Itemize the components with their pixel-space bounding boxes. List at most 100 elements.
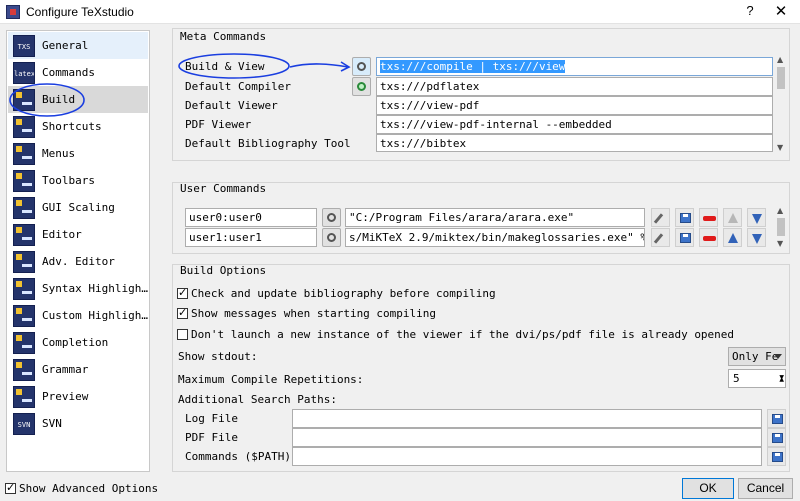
sidebar-item-menus[interactable]: Menus bbox=[8, 140, 148, 167]
show-advanced-options-checkbox[interactable] bbox=[5, 481, 16, 494]
build-view-command-button[interactable] bbox=[352, 57, 371, 76]
remove-command-button[interactable] bbox=[699, 228, 718, 247]
max-compile-repetitions-label: Maximum Compile Repetitions: bbox=[178, 373, 364, 386]
scroll-thumb[interactable] bbox=[777, 218, 785, 236]
sidebar-item-syntax-highligh[interactable]: Syntax Highligh… bbox=[8, 275, 148, 302]
build-view-input[interactable]: txs:///compile | txs:///view bbox=[376, 57, 773, 76]
move-up-button[interactable] bbox=[723, 228, 742, 247]
cancel-button[interactable]: Cancel bbox=[738, 478, 793, 499]
scroll-down-icon[interactable]: ▼ bbox=[777, 143, 783, 152]
commands-path-input[interactable] bbox=[292, 447, 762, 466]
editor-icon bbox=[13, 223, 35, 246]
sidebar-item-adv-editor[interactable]: Adv. Editor bbox=[8, 248, 148, 275]
user-command-name-input[interactable]: user0:user0 bbox=[185, 208, 317, 227]
sidebar-item-commands[interactable]: latex Commands bbox=[8, 59, 148, 86]
arrow-up-icon bbox=[728, 233, 738, 243]
user-command-config-button[interactable] bbox=[322, 208, 341, 227]
sidebar-item-svn[interactable]: SVN SVN bbox=[8, 410, 148, 437]
scroll-thumb[interactable] bbox=[777, 67, 785, 89]
meta-commands-scrollbar[interactable]: ▲ ▼ bbox=[775, 55, 787, 155]
max-compile-repetitions-value: 5 bbox=[733, 372, 740, 385]
remove-icon bbox=[703, 236, 716, 241]
custom-highlighting-icon bbox=[13, 304, 35, 327]
edit-command-button[interactable] bbox=[651, 228, 670, 247]
pdf-file-label: PDF File bbox=[185, 431, 238, 444]
default-compiler-label: Default Compiler bbox=[185, 80, 291, 93]
preview-icon bbox=[13, 385, 35, 408]
sidebar-item-editor[interactable]: Editor bbox=[8, 221, 148, 248]
pdf-file-path-input[interactable] bbox=[292, 428, 762, 447]
edit-command-button[interactable] bbox=[651, 208, 670, 227]
single-viewer-instance-checkbox[interactable] bbox=[177, 329, 188, 340]
user-command-name-input[interactable]: user1:user1 bbox=[185, 228, 317, 247]
default-compiler-input[interactable]: txs:///pdflatex bbox=[376, 77, 773, 96]
sidebar-item-grammar[interactable]: Grammar bbox=[8, 356, 148, 383]
close-button[interactable]: ✕ bbox=[772, 2, 790, 20]
show-stdout-label: Show stdout: bbox=[178, 350, 258, 363]
scroll-up-icon[interactable]: ▲ bbox=[777, 206, 783, 215]
check-bibliography-checkbox[interactable] bbox=[177, 286, 188, 299]
show-messages-checkbox[interactable] bbox=[177, 306, 188, 319]
default-bibliography-tool-label: Default Bibliography Tool bbox=[185, 137, 351, 150]
additional-search-paths-label: Additional Search Paths: bbox=[178, 393, 337, 406]
show-stdout-select[interactable]: Only Fe bbox=[728, 347, 786, 366]
sidebar-item-general[interactable]: TXS General bbox=[8, 32, 148, 59]
sidebar-item-label: Adv. Editor bbox=[42, 255, 115, 268]
sidebar-item-preview[interactable]: Preview bbox=[8, 383, 148, 410]
sidebar-item-completion[interactable]: Completion bbox=[8, 329, 148, 356]
sidebar-item-label: Syntax Highligh… bbox=[42, 282, 148, 295]
ok-button[interactable]: OK bbox=[682, 478, 734, 499]
save-command-button[interactable] bbox=[675, 208, 694, 227]
toolbars-icon bbox=[13, 169, 35, 192]
browse-pdf-file-button[interactable] bbox=[767, 428, 786, 447]
max-compile-repetitions-spinbox[interactable]: 5 ▲ ▼ bbox=[728, 369, 786, 388]
help-button[interactable]: ? bbox=[742, 3, 758, 21]
sidebar-item-gui-scaling[interactable]: GUI Scaling bbox=[8, 194, 148, 221]
scroll-down-icon[interactable]: ▼ bbox=[777, 239, 783, 248]
user-command-path-input[interactable]: s/MiKTeX 2.9/miktex/bin/makeglossaries.e… bbox=[345, 228, 645, 247]
default-viewer-input[interactable]: txs:///view-pdf bbox=[376, 96, 773, 115]
save-icon bbox=[772, 452, 783, 462]
sidebar-item-label: SVN bbox=[42, 417, 62, 430]
sidebar-item-label: GUI Scaling bbox=[42, 201, 115, 214]
check-bibliography-label: Check and update bibliography before com… bbox=[191, 287, 496, 300]
wrench-icon bbox=[653, 213, 664, 224]
scroll-up-icon[interactable]: ▲ bbox=[777, 55, 783, 64]
move-down-button[interactable] bbox=[747, 228, 766, 247]
sidebar-item-label: Preview bbox=[42, 390, 89, 403]
save-command-button[interactable] bbox=[675, 228, 694, 247]
build-options-title: Build Options bbox=[180, 264, 267, 277]
save-icon bbox=[680, 213, 691, 223]
move-up-button[interactable] bbox=[723, 208, 742, 227]
sidebar-item-label: Toolbars bbox=[42, 174, 95, 187]
window-title: Configure TeXstudio bbox=[26, 5, 134, 19]
sidebar-item-toolbars[interactable]: Toolbars bbox=[8, 167, 148, 194]
arrow-up-icon bbox=[728, 213, 738, 223]
latex-commands-icon: latex bbox=[13, 61, 35, 84]
sidebar-item-shortcuts[interactable]: Shortcuts bbox=[8, 113, 148, 140]
save-icon bbox=[772, 414, 783, 424]
sidebar-item-custom-highligh[interactable]: Custom Highligh… bbox=[8, 302, 148, 329]
remove-command-button[interactable] bbox=[699, 208, 718, 227]
default-bibliography-tool-input[interactable]: txs:///bibtex bbox=[376, 134, 773, 152]
default-compiler-command-button[interactable] bbox=[352, 77, 371, 96]
spin-down-icon[interactable]: ▼ bbox=[779, 369, 784, 386]
title-bar: Configure TeXstudio ? ✕ bbox=[0, 0, 800, 24]
sidebar-item-build[interactable]: Build bbox=[8, 86, 148, 113]
user-command-config-button[interactable] bbox=[322, 228, 341, 247]
browse-log-file-button[interactable] bbox=[767, 409, 786, 428]
sidebar-item-label: Commands bbox=[42, 66, 95, 79]
log-file-path-input[interactable] bbox=[292, 409, 762, 428]
sidebar-item-label: Grammar bbox=[42, 363, 89, 376]
show-messages-label: Show messages when starting compiling bbox=[191, 307, 437, 320]
arrow-down-icon bbox=[752, 234, 762, 244]
move-down-button[interactable] bbox=[747, 208, 766, 227]
user-commands-title: User Commands bbox=[180, 182, 267, 195]
user-command-path-input[interactable]: "C:/Program Files/arara/arara.exe" bbox=[345, 208, 645, 227]
pdf-viewer-label: PDF Viewer bbox=[185, 118, 252, 131]
shortcuts-icon bbox=[13, 115, 35, 138]
sidebar-item-label: Build bbox=[42, 93, 76, 106]
browse-commands-path-button[interactable] bbox=[767, 447, 786, 466]
pdf-viewer-input[interactable]: txs:///view-pdf-internal --embedded bbox=[376, 115, 773, 134]
user-commands-scrollbar[interactable]: ▲ ▼ bbox=[775, 206, 787, 250]
